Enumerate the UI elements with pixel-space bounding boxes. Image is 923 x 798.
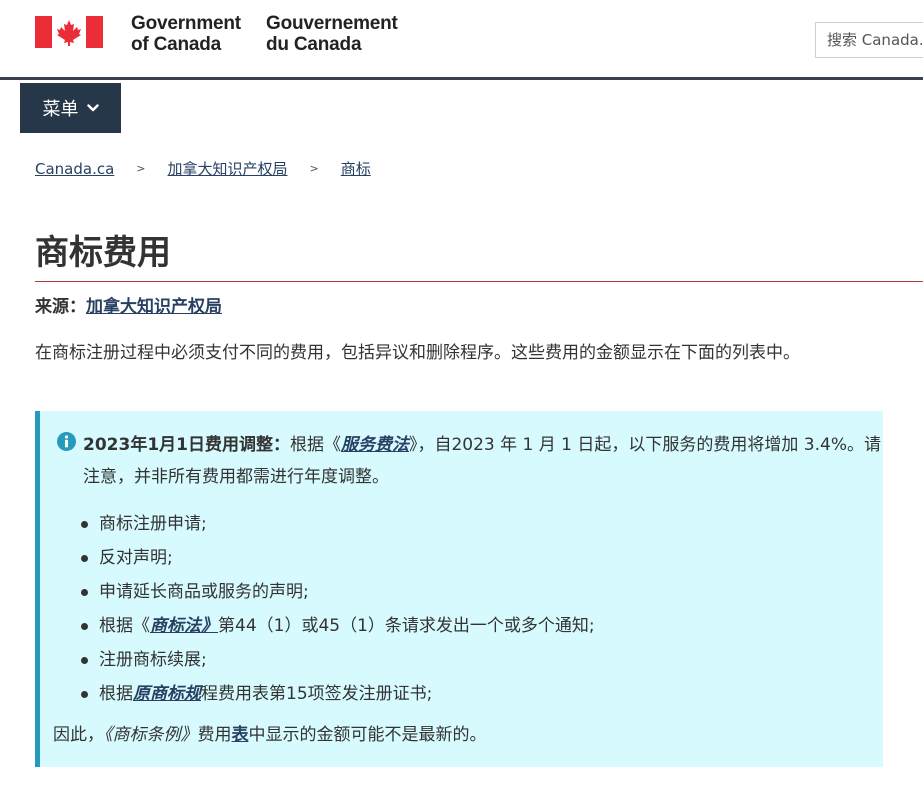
source-label: 来源： [35, 297, 86, 317]
search-input[interactable]: 搜索 Canada.ca [815, 22, 923, 58]
breadcrumb-separator: > [136, 162, 146, 175]
menu-label: 菜单 [42, 99, 79, 120]
list-item: 根据《商标法》第44（1）或45（1）条请求发出一个或多个通知; [81, 609, 871, 643]
list-item: 注册商标续展; [81, 643, 871, 677]
fee-service-list: 商标注册申请; 反对声明; 申请延长商品或服务的声明; 根据《商标法》第44（1… [81, 507, 871, 711]
intro-paragraph: 在商标注册过程中必须支付不同的费用，包括异议和删除程序。这些费用的金额显示在下面… [35, 343, 800, 363]
alert-heading-bold: 2023年1月1日费用调整： [83, 435, 290, 455]
government-signature-en[interactable]: Government of Canada [131, 13, 241, 55]
page-title: 商标费用 [35, 233, 171, 273]
breadcrumb-trademarks[interactable]: 商标 [341, 158, 371, 179]
breadcrumb-separator: > [309, 162, 319, 175]
chevron-down-icon [86, 104, 99, 112]
site-header: Government of Canada Gouvernement du Can… [0, 0, 923, 80]
info-icon [57, 432, 76, 451]
breadcrumb-cipo[interactable]: 加拿大知识产权局 [168, 158, 288, 179]
fee-table-link[interactable]: 表 [232, 725, 249, 745]
service-fees-act-link[interactable]: 服务费法 [341, 435, 409, 455]
list-item: 商标注册申请; [81, 507, 871, 541]
fee-adjustment-alert: 2023年1月1日费用调整：根据《服务费法》，自2023 年 1 月 1 日起，… [35, 411, 883, 767]
breadcrumb-canada-ca[interactable]: Canada.ca [35, 160, 114, 178]
trademarks-act-link[interactable]: 商标法》 [150, 616, 218, 636]
alert-heading-pre: 根据《 [289, 435, 341, 455]
alert-footer: 因此，《商标条例》费用表中显示的金额可能不是最新的。 [53, 725, 487, 745]
canada-flag-icon[interactable] [35, 16, 103, 48]
list-item: 反对声明; [81, 541, 871, 575]
source-line: 来源：加拿大知识产权局 [35, 295, 222, 319]
breadcrumb: Canada.ca > 加拿大知识产权局 > 商标 [35, 158, 371, 179]
title-divider [35, 281, 923, 282]
list-item: 根据原商标规程费用表第15项签发注册证书; [81, 677, 871, 711]
government-signature-fr[interactable]: Gouvernement du Canada [266, 13, 398, 55]
former-trademarks-regulations-link[interactable]: 原商标规 [133, 684, 201, 704]
source-link[interactable]: 加拿大知识产权局 [86, 297, 222, 317]
trademarks-regulations-title: 《商标条例》 [104, 725, 198, 745]
menu-button[interactable]: 菜单 [20, 83, 121, 133]
list-item: 申请延长商品或服务的声明; [81, 575, 871, 609]
alert-heading: 2023年1月1日费用调整：根据《服务费法》，自2023 年 1 月 1 日起，… [83, 429, 883, 493]
